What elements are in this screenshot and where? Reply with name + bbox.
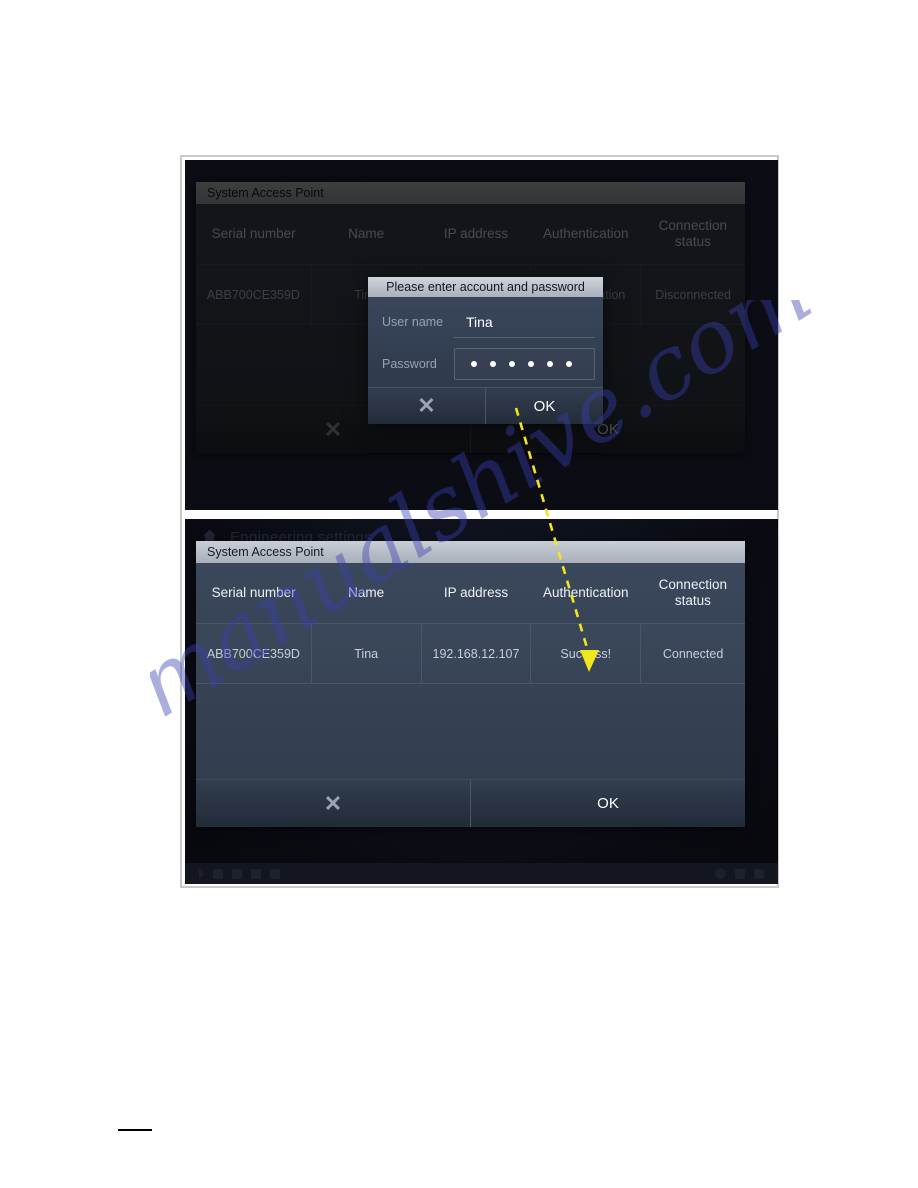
table-header-row: Serial number Name IP address Authentica… [196, 563, 745, 624]
close-icon: ✕ [323, 790, 343, 816]
close-icon: ✕ [323, 416, 343, 442]
username-row: User name Tina [368, 301, 603, 343]
column-header-ip-address: IP address [443, 584, 509, 600]
cell-serial-number: ABB700CE359D [196, 264, 312, 325]
card-footer: ✕ OK [196, 779, 745, 827]
device-screenshot-top: Engineering settings System Access Point [185, 160, 778, 510]
dialog-title-bar: Please enter account and password [368, 277, 603, 297]
access-point-table: Serial number Name IP address Authentica… [196, 563, 745, 684]
dialog-title: Please enter account and password [386, 280, 585, 294]
dialog-body: User name Tina Password [368, 297, 603, 387]
ok-button[interactable]: OK [471, 780, 745, 827]
volume-icon[interactable] [270, 868, 280, 879]
cell-name: Tina [310, 623, 422, 684]
card-body: Serial number Name IP address Authentica… [196, 563, 745, 779]
column-header-serial-number: Serial number [211, 225, 296, 241]
login-dialog[interactable]: Please enter account and password User n… [368, 277, 603, 424]
cell-connection-status: Connected [640, 623, 745, 684]
ok-button-label: OK [597, 795, 619, 812]
column-header-serial-number: Serial number [211, 584, 296, 600]
column-header-name: Name [348, 584, 385, 600]
home-nav-icon[interactable] [213, 868, 223, 879]
cell-authentication[interactable]: Success! [530, 623, 641, 684]
clock-icon [754, 868, 764, 879]
password-masked-value [467, 361, 572, 367]
cell-serial-number: ABB700CE359D [196, 623, 312, 684]
card-title-bar: System Access Point [196, 541, 745, 563]
column-header-connection-status: Connection status [658, 576, 727, 608]
column-header-ip-address: IP address [443, 225, 509, 241]
cell-ip-address: 192.168.12.107 [420, 623, 531, 684]
battery-icon [735, 868, 745, 879]
dialog-ok-button[interactable]: OK [486, 388, 603, 424]
screenshot-icon[interactable] [251, 868, 261, 879]
table-row[interactable]: ABB700CE359D Tina 192.168.12.107 Success… [196, 623, 745, 684]
column-header-name: Name [348, 225, 385, 241]
column-header-connection-status: Connection status [658, 217, 727, 249]
cancel-button[interactable]: ✕ [196, 780, 471, 827]
dialog-cancel-button[interactable]: ✕ [368, 388, 486, 424]
footer-rule [118, 1129, 152, 1131]
card-title: System Access Point [207, 186, 324, 200]
close-icon: ✕ [417, 393, 436, 418]
system-access-point-card: System Access Point Serial number Name I… [196, 541, 745, 827]
recents-icon[interactable] [232, 868, 242, 879]
cell-connection-status: Disconnected [640, 264, 745, 325]
back-icon[interactable] [199, 868, 204, 879]
username-value: Tina [466, 313, 493, 330]
dialog-ok-label: OK [533, 397, 556, 415]
card-title-bar: System Access Point [196, 182, 745, 204]
card-title: System Access Point [207, 545, 324, 559]
figure-frame: Engineering settings System Access Point [180, 155, 779, 888]
table-header-row: Serial number Name IP address Authentica… [196, 204, 745, 265]
dialog-footer: ✕ OK [368, 387, 603, 424]
column-header-authentication: Authentication [542, 584, 629, 600]
android-status-bar [185, 863, 778, 884]
device-screenshot-bottom: Engineering settings System Access Point [185, 519, 778, 884]
password-row: Password [368, 343, 603, 385]
notification-icon [715, 868, 726, 879]
password-input[interactable] [454, 348, 595, 380]
password-label: Password [382, 357, 437, 371]
table-empty-area [196, 684, 745, 779]
app-surface: Engineering settings System Access Point [185, 519, 778, 884]
column-header-authentication: Authentication [542, 225, 629, 241]
username-label: User name [382, 315, 444, 329]
username-input[interactable]: Tina [454, 307, 595, 338]
